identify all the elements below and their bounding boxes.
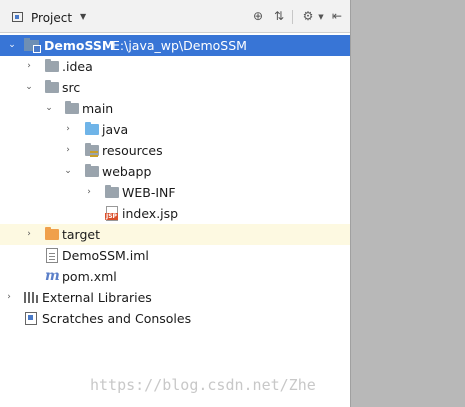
tree-node-idea[interactable]: › .idea (0, 56, 350, 77)
tree-node-resources[interactable]: › resources (0, 140, 350, 161)
node-label: src (62, 80, 81, 95)
tree-node-external-libraries[interactable]: › External Libraries (0, 287, 350, 308)
collapsed-chevron-icon[interactable]: › (63, 145, 73, 155)
node-label: webapp (102, 164, 152, 179)
project-view-selector[interactable]: Project (31, 11, 72, 25)
iml-file-icon (46, 248, 58, 263)
resources-folder-icon (85, 143, 99, 157)
tree-node-iml[interactable]: DemoSSM.iml (0, 245, 350, 266)
node-label: WEB-INF (122, 185, 176, 200)
tree-node-main[interactable]: ⌄ main (0, 98, 350, 119)
node-label: External Libraries (42, 290, 152, 305)
expand-chevron-icon[interactable]: ⌄ (7, 40, 17, 50)
jsp-file-icon: JSP (105, 206, 118, 221)
chevron-down-icon[interactable]: ▼ (80, 12, 86, 21)
module-folder-icon (24, 38, 41, 53)
tree-node-src[interactable]: ⌄ src (0, 77, 350, 98)
folder-icon (85, 164, 99, 177)
node-label: java (102, 122, 129, 137)
folder-icon (105, 185, 119, 198)
watermark: https://blog.csdn.net/Zhe (90, 376, 316, 394)
gear-chevron-icon[interactable]: ▼ (314, 10, 328, 24)
folder-icon (45, 80, 59, 93)
node-label: main (82, 101, 114, 116)
tree-node-webinf[interactable]: › WEB-INF (0, 182, 350, 203)
root-path: E:\java_wp\DemoSSM (112, 38, 247, 53)
node-label: index.jsp (122, 206, 179, 221)
node-label: resources (102, 143, 163, 158)
library-icon (24, 292, 38, 303)
collapsed-chevron-icon[interactable]: › (24, 61, 34, 71)
root-name: DemoSSM (44, 38, 115, 53)
collapsed-chevron-icon[interactable]: › (63, 124, 73, 134)
node-label: Scratches and Consoles (42, 311, 192, 326)
gear-icon[interactable]: ⚙ (301, 9, 315, 23)
node-label: target (62, 227, 101, 242)
collapsed-chevron-icon[interactable]: › (24, 229, 34, 239)
node-label: DemoSSM.iml (62, 248, 149, 263)
tree-node-root[interactable]: ⌄ DemoSSM E:\java_wp\DemoSSM (0, 35, 350, 56)
expanded-chevron-icon[interactable]: ⌄ (44, 103, 54, 113)
project-toolbar: Project ▼ ⊕ ⇅ ⚙ ▼ ⇤ (0, 0, 350, 33)
tree-node-pom[interactable]: m pom.xml (0, 266, 350, 287)
tree-node-webapp[interactable]: ⌄ webapp (0, 161, 350, 182)
tree-node-indexjsp[interactable]: JSP index.jsp (0, 203, 350, 224)
hide-panel-icon[interactable]: ⇤ (330, 9, 344, 23)
project-icon (12, 12, 23, 22)
locate-target-icon[interactable]: ⊕ (251, 9, 265, 23)
project-tool-window: Project ▼ ⊕ ⇅ ⚙ ▼ ⇤ ⌄ DemoSSM E:\java_wp… (0, 0, 350, 407)
node-label: .idea (62, 59, 93, 74)
editor-empty-area (350, 0, 465, 407)
tree-node-target[interactable]: › target (0, 224, 350, 245)
maven-icon: m (45, 268, 60, 284)
collapse-all-icon[interactable]: ⇅ (272, 9, 286, 23)
node-label: pom.xml (62, 269, 117, 284)
expanded-chevron-icon[interactable]: ⌄ (63, 166, 73, 176)
expanded-chevron-icon[interactable]: ⌄ (24, 82, 34, 92)
source-folder-icon (85, 122, 99, 135)
collapsed-chevron-icon[interactable]: › (4, 292, 14, 302)
scratches-icon (25, 312, 37, 325)
folder-icon (45, 59, 59, 72)
tree-node-java[interactable]: › java (0, 119, 350, 140)
folder-icon (65, 101, 79, 114)
collapsed-chevron-icon[interactable]: › (84, 187, 94, 197)
excluded-folder-icon (45, 227, 59, 240)
tree-node-scratches[interactable]: Scratches and Consoles (0, 308, 350, 329)
toolbar-separator (292, 10, 293, 24)
